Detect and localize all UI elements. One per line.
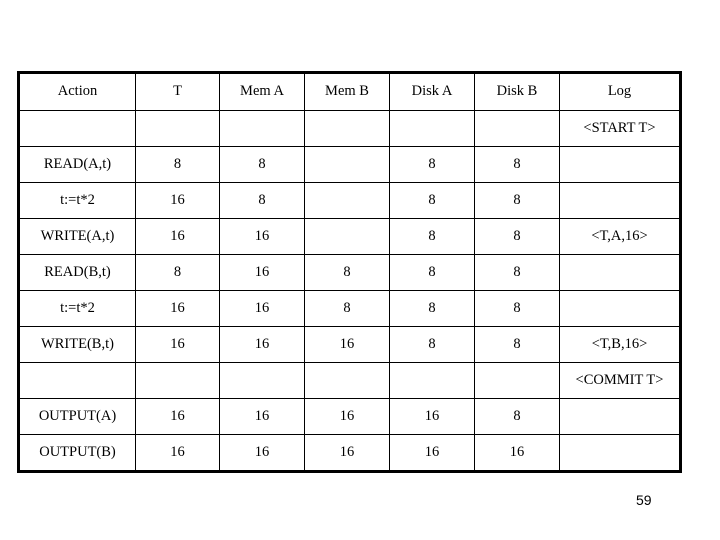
cell-mem-a: 8 bbox=[219, 182, 305, 219]
transaction-log-table-container: Action T Mem A Mem B Disk A Disk B Log <… bbox=[17, 71, 682, 473]
column-header-log: Log bbox=[559, 72, 681, 111]
table-row: WRITE(A,t) 16 16 8 8 <T,A,16> bbox=[18, 218, 681, 255]
cell-disk-b: 8 bbox=[474, 218, 560, 255]
table-body: Action T Mem A Mem B Disk A Disk B Log <… bbox=[18, 72, 681, 472]
cell-t: 16 bbox=[135, 182, 220, 219]
table-row: t:=t*2 16 16 8 8 8 bbox=[18, 290, 681, 327]
cell-t: 16 bbox=[135, 218, 220, 255]
cell-log bbox=[559, 398, 681, 435]
cell-log: <COMMIT T> bbox=[559, 362, 681, 399]
cell-disk-b: 8 bbox=[474, 398, 560, 435]
cell-log: <START T> bbox=[559, 110, 681, 147]
cell-disk-b: 8 bbox=[474, 254, 560, 291]
cell-mem-b: 8 bbox=[304, 290, 390, 327]
transaction-log-table: Action T Mem A Mem B Disk A Disk B Log <… bbox=[17, 71, 682, 473]
cell-action: t:=t*2 bbox=[18, 290, 136, 327]
cell-disk-a: 8 bbox=[389, 146, 475, 183]
cell-disk-a: 8 bbox=[389, 254, 475, 291]
cell-disk-b: 16 bbox=[474, 434, 560, 472]
table-row: READ(A,t) 8 8 8 8 bbox=[18, 146, 681, 183]
cell-mem-a bbox=[219, 110, 305, 147]
cell-mem-a: 16 bbox=[219, 434, 305, 472]
cell-t: 8 bbox=[135, 254, 220, 291]
column-header-mem-a: Mem A bbox=[219, 72, 305, 111]
cell-action: WRITE(A,t) bbox=[18, 218, 136, 255]
cell-disk-a bbox=[389, 362, 475, 399]
cell-mem-b: 8 bbox=[304, 254, 390, 291]
cell-mem-a: 16 bbox=[219, 326, 305, 363]
cell-action: OUTPUT(A) bbox=[18, 398, 136, 435]
table-row: OUTPUT(A) 16 16 16 16 8 bbox=[18, 398, 681, 435]
cell-mem-b bbox=[304, 182, 390, 219]
cell-disk-b bbox=[474, 362, 560, 399]
cell-log: <T,A,16> bbox=[559, 218, 681, 255]
cell-log bbox=[559, 254, 681, 291]
cell-mem-a: 16 bbox=[219, 290, 305, 327]
cell-disk-a: 8 bbox=[389, 326, 475, 363]
page-number: 59 bbox=[636, 492, 652, 508]
cell-action bbox=[18, 110, 136, 147]
cell-t bbox=[135, 362, 220, 399]
column-header-disk-b: Disk B bbox=[474, 72, 560, 111]
table-row: t:=t*2 16 8 8 8 bbox=[18, 182, 681, 219]
cell-mem-a bbox=[219, 362, 305, 399]
table-row: <START T> bbox=[18, 110, 681, 147]
cell-mem-b: 16 bbox=[304, 326, 390, 363]
cell-t: 16 bbox=[135, 326, 220, 363]
cell-log bbox=[559, 290, 681, 327]
cell-t: 16 bbox=[135, 290, 220, 327]
slide-canvas: Action T Mem A Mem B Disk A Disk B Log <… bbox=[0, 0, 720, 540]
column-header-disk-a: Disk A bbox=[389, 72, 475, 111]
column-header-mem-b: Mem B bbox=[304, 72, 390, 111]
cell-disk-b: 8 bbox=[474, 146, 560, 183]
table-row: <COMMIT T> bbox=[18, 362, 681, 399]
table-row: OUTPUT(B) 16 16 16 16 16 bbox=[18, 434, 681, 472]
cell-disk-b bbox=[474, 110, 560, 147]
cell-disk-a: 16 bbox=[389, 434, 475, 472]
cell-mem-a: 16 bbox=[219, 254, 305, 291]
table-header-row: Action T Mem A Mem B Disk A Disk B Log bbox=[18, 72, 681, 111]
cell-disk-a: 16 bbox=[389, 398, 475, 435]
cell-mem-a: 16 bbox=[219, 218, 305, 255]
table-row: READ(B,t) 8 16 8 8 8 bbox=[18, 254, 681, 291]
cell-mem-b bbox=[304, 110, 390, 147]
column-header-t: T bbox=[135, 72, 220, 111]
cell-t: 16 bbox=[135, 434, 220, 472]
cell-mem-b bbox=[304, 146, 390, 183]
cell-action: OUTPUT(B) bbox=[18, 434, 136, 472]
cell-action bbox=[18, 362, 136, 399]
cell-log bbox=[559, 434, 681, 472]
cell-disk-a: 8 bbox=[389, 182, 475, 219]
cell-action: WRITE(B,t) bbox=[18, 326, 136, 363]
cell-t: 8 bbox=[135, 146, 220, 183]
cell-disk-a: 8 bbox=[389, 290, 475, 327]
cell-mem-b: 16 bbox=[304, 434, 390, 472]
cell-mem-a: 8 bbox=[219, 146, 305, 183]
cell-action: t:=t*2 bbox=[18, 182, 136, 219]
cell-mem-b bbox=[304, 362, 390, 399]
cell-disk-a bbox=[389, 110, 475, 147]
cell-t: 16 bbox=[135, 398, 220, 435]
cell-log bbox=[559, 146, 681, 183]
cell-log: <T,B,16> bbox=[559, 326, 681, 363]
cell-t bbox=[135, 110, 220, 147]
cell-mem-a: 16 bbox=[219, 398, 305, 435]
cell-action: READ(A,t) bbox=[18, 146, 136, 183]
column-header-action: Action bbox=[18, 72, 136, 111]
cell-disk-b: 8 bbox=[474, 182, 560, 219]
cell-mem-b: 16 bbox=[304, 398, 390, 435]
cell-log bbox=[559, 182, 681, 219]
table-row: WRITE(B,t) 16 16 16 8 8 <T,B,16> bbox=[18, 326, 681, 363]
cell-disk-b: 8 bbox=[474, 326, 560, 363]
cell-action: READ(B,t) bbox=[18, 254, 136, 291]
cell-mem-b bbox=[304, 218, 390, 255]
cell-disk-b: 8 bbox=[474, 290, 560, 327]
cell-disk-a: 8 bbox=[389, 218, 475, 255]
